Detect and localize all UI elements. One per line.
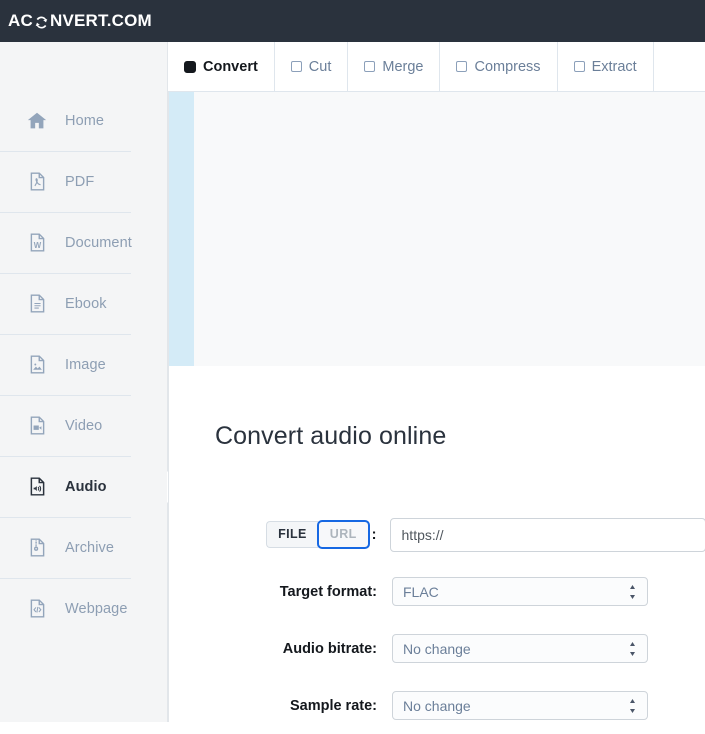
- form-row-sample-rate: Sample rate: No change: [169, 677, 705, 734]
- ebook-file-icon: [26, 293, 48, 315]
- sidebar-item-label: Webpage: [65, 600, 128, 617]
- sidebar-item-image[interactable]: Image: [0, 334, 167, 395]
- site-logo[interactable]: AC NVERT.COM: [8, 11, 152, 31]
- outline-square-icon: [456, 61, 468, 72]
- pdf-file-icon: [26, 171, 48, 193]
- word-document-icon: W: [26, 232, 48, 254]
- sidebar-item-label: Archive: [65, 539, 115, 556]
- audio-bitrate-select[interactable]: No change: [392, 634, 648, 663]
- sidebar-item-document[interactable]: W Document: [0, 212, 167, 273]
- sidebar-item-archive[interactable]: Archive: [0, 517, 167, 578]
- sidebar-item-label: Video: [65, 417, 103, 434]
- video-file-icon: [26, 415, 48, 437]
- audio-file-icon: [26, 476, 48, 498]
- tab-label: Cut: [308, 58, 332, 75]
- target-format-select[interactable]: FLAC: [392, 577, 648, 606]
- svg-text:W: W: [33, 241, 41, 250]
- sidebar-item-ebook[interactable]: Ebook: [0, 273, 167, 334]
- sidebar-item-label: PDF: [65, 173, 95, 190]
- sidebar-item-audio[interactable]: Audio: [0, 456, 182, 517]
- form-row-source: FILE URL :: [169, 506, 705, 563]
- form-row-target-format: Target format: FLAC: [169, 563, 705, 620]
- source-toggle-colon: :: [371, 526, 377, 543]
- sidebar-item-label: Document: [65, 234, 132, 251]
- url-input[interactable]: [389, 517, 705, 552]
- source-toggle-group: FILE URL :: [169, 520, 390, 549]
- sidebar-item-label: Audio: [65, 478, 107, 495]
- sidebar-item-label: Image: [65, 356, 106, 373]
- page-title: Convert audio online: [215, 422, 447, 450]
- form-row-audio-bitrate: Audio bitrate: No change: [169, 620, 705, 677]
- outline-square-icon: [290, 61, 302, 72]
- audio-bitrate-select-wrap[interactable]: No change: [392, 634, 648, 663]
- file-url-segmented-control: FILE URL: [266, 520, 370, 549]
- outline-square-icon: [364, 61, 376, 72]
- tab-label: Compress: [474, 58, 541, 75]
- sidebar-item-label: Home: [65, 112, 105, 129]
- tab-label: Extract: [591, 58, 637, 75]
- tab-convert[interactable]: Convert: [168, 42, 275, 91]
- tab-merge[interactable]: Merge: [348, 42, 441, 91]
- archive-zip-icon: [26, 537, 48, 559]
- sidebar-item-label: Ebook: [65, 295, 107, 312]
- image-file-icon: [26, 354, 48, 376]
- tab-label: Convert: [203, 58, 258, 75]
- target-format-select-wrap[interactable]: FLAC: [392, 577, 648, 606]
- tab-compress[interactable]: Compress: [440, 42, 558, 91]
- operation-tab-bar: Convert Cut Merge Compress Extract: [168, 42, 705, 92]
- sidebar-item-video[interactable]: Video: [0, 395, 167, 456]
- home-icon: [26, 110, 48, 132]
- target-format-label: Target format:: [279, 583, 377, 600]
- tab-bar-filler: [653, 42, 705, 91]
- filled-square-icon: [184, 60, 196, 73]
- tab-label: Merge: [382, 58, 424, 75]
- sample-rate-select-wrap[interactable]: No change: [392, 691, 648, 720]
- top-header-bar: AC NVERT.COM: [0, 0, 705, 42]
- banner-accent-strip: [169, 92, 194, 366]
- convert-form: FILE URL : Target format: FLAC Audio bit…: [169, 506, 705, 734]
- sidebar-item-webpage[interactable]: Webpage: [0, 578, 167, 639]
- logo-text-prefix: AC: [8, 11, 33, 30]
- logo-text-suffix: NVERT.COM: [49, 11, 152, 30]
- sidebar-item-home[interactable]: Home: [0, 90, 167, 151]
- url-toggle-button[interactable]: URL: [316, 520, 370, 549]
- tab-extract[interactable]: Extract: [557, 42, 654, 91]
- webpage-code-icon: [26, 598, 48, 620]
- refresh-circular-arrow-icon: [34, 15, 49, 30]
- sample-rate-label: Sample rate:: [289, 697, 377, 714]
- sidebar: Home PDF W Document Ebook Image Video Au…: [0, 42, 182, 722]
- sample-rate-select[interactable]: No change: [392, 691, 648, 720]
- file-toggle-button[interactable]: FILE: [266, 521, 318, 548]
- audio-bitrate-label: Audio bitrate:: [282, 640, 377, 657]
- sidebar-item-pdf[interactable]: PDF: [0, 151, 167, 212]
- tab-cut[interactable]: Cut: [274, 42, 349, 91]
- sidebar-nav-list: Home PDF W Document Ebook Image Video Au…: [0, 42, 182, 639]
- outline-square-icon: [573, 61, 585, 72]
- ad-banner-area: [168, 92, 705, 366]
- main-content: Convert audio online FILE URL : Target f…: [168, 366, 705, 722]
